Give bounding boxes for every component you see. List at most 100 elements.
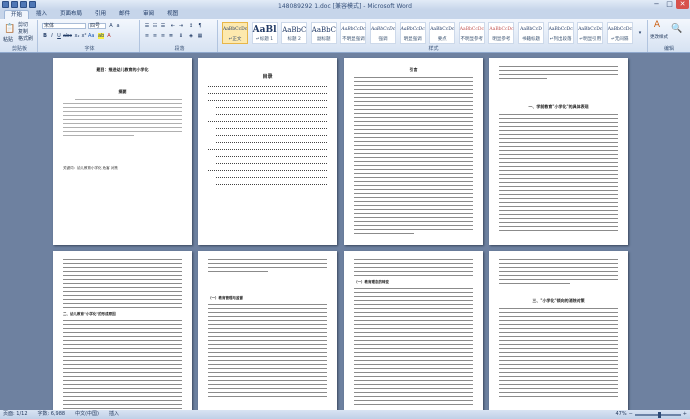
change-case-icon[interactable]: Aa	[88, 33, 94, 39]
show-marks-icon[interactable]: ¶	[197, 23, 203, 29]
ribbon-tabs: 开始 插入 页面布局 引用 邮件 审阅 视图	[0, 10, 690, 19]
change-styles-button[interactable]: 更改样式	[650, 35, 668, 41]
sort-icon[interactable]: ↕	[188, 23, 194, 29]
increase-indent-icon[interactable]: ⇥	[178, 23, 184, 29]
align-center-icon[interactable]: ≡	[152, 33, 158, 39]
section-subheading: （一）教育管理与监督	[208, 296, 243, 300]
paste-icon[interactable]: 📋	[4, 22, 16, 36]
borders-icon[interactable]: ▦	[197, 33, 203, 39]
style-name: ↵无间隔	[611, 37, 629, 42]
document-page-6[interactable]: （一）教育管理与监督	[198, 251, 337, 410]
style-item[interactable]: AaBbCcDc ↵正文	[222, 22, 248, 44]
cut-button[interactable]: 剪切	[18, 22, 28, 28]
italic-icon[interactable]: I	[49, 33, 55, 39]
style-item[interactable]: AaBl ↵标题 1	[251, 22, 278, 44]
zoom-in-icon[interactable]: +	[683, 410, 687, 419]
align-left-icon[interactable]: ≡	[144, 33, 150, 39]
numbering-icon[interactable]: ☷	[152, 23, 158, 29]
find-icon[interactable]: 🔍	[670, 25, 684, 38]
tab-3[interactable]: 引用	[89, 10, 112, 19]
zoom-level[interactable]: 47%	[615, 410, 626, 419]
zoom-slider[interactable]	[634, 411, 681, 418]
styles-more-icon[interactable]: ▾	[636, 24, 644, 42]
minimize-icon[interactable]: −	[650, 0, 663, 9]
page-count[interactable]: 页面: 1/12	[3, 410, 28, 419]
ribbon: 📋 粘贴 剪切 复制 格式刷 剪贴板 宋体 四号 A a B I U abc x…	[0, 19, 690, 53]
font-name-box[interactable]: 宋体	[42, 23, 86, 29]
format-painter-button[interactable]: 格式刷	[18, 36, 33, 42]
styles-group: AaBbCcDc ↵正文 AaBl ↵标题 1 AaBbC 标题 2 AaBbC 副标题 AaB…	[220, 20, 648, 52]
section-heading: 三、"小学化"倾向的消除对策	[532, 298, 585, 303]
style-name: 不明显参考	[460, 37, 484, 42]
style-item[interactable]: AaBbC 副标题	[310, 22, 337, 44]
change-styles-icon[interactable]: A	[651, 21, 663, 34]
style-name: ↵明显引用	[579, 37, 602, 42]
tab-2[interactable]: 页面布局	[54, 10, 88, 19]
highlight-icon[interactable]: ab	[98, 33, 104, 39]
paste-button[interactable]: 粘贴	[3, 37, 13, 43]
superscript-icon[interactable]: x²	[81, 33, 87, 39]
tab-0[interactable]: 开始	[4, 10, 30, 19]
maximize-icon[interactable]: □	[663, 0, 676, 9]
abstract-heading: 摘要	[118, 89, 127, 94]
style-item[interactable]: AaBbCcDc ↵明显引用	[577, 22, 604, 44]
style-name: 要点	[437, 37, 447, 42]
tab-4[interactable]: 邮件	[113, 10, 136, 19]
document-page-2[interactable]: 目录	[198, 58, 337, 245]
document-page-7[interactable]: （一）教育理念的转变	[344, 251, 483, 410]
subscript-icon[interactable]: x₂	[74, 33, 80, 39]
style-preview: AaBbCcDc	[341, 27, 366, 32]
shrink-font-icon[interactable]: a	[115, 23, 121, 29]
editing-group: A 更改样式 🔍 编辑	[650, 20, 688, 53]
style-name: 书籍标题	[522, 37, 540, 42]
copy-button[interactable]: 复制	[18, 29, 28, 35]
zoom-out-icon[interactable]: −	[629, 410, 633, 419]
insert-mode[interactable]: 插入	[109, 410, 119, 419]
style-item[interactable]: AaBbCcDc 要点	[429, 22, 456, 44]
styles-label: 样式	[428, 46, 439, 52]
clipboard-label: 剪贴板	[11, 46, 27, 52]
style-item[interactable]: AaBbCcD 书籍标题	[518, 22, 544, 44]
style-item[interactable]: AaBbCcDc 明显参考	[488, 22, 515, 44]
document-page-5[interactable]: 二、幼儿教育"小学化"的形成原因	[53, 251, 192, 410]
style-item[interactable]: AaBbCcDc 不明显参考	[458, 22, 485, 44]
language-indicator[interactable]: 中文(中国)	[75, 410, 99, 419]
tab-1[interactable]: 插入	[30, 10, 53, 19]
bold-icon[interactable]: B	[42, 33, 48, 39]
document-workspace[interactable]: 题目：推进幼儿教育的小学化 摘要 关键词：幼儿教育小学化 危害 对策 目录 引言…	[0, 53, 690, 410]
close-icon[interactable]: ✕	[676, 0, 689, 9]
line-spacing-icon[interactable]: ↨	[178, 33, 184, 39]
style-item[interactable]: AaBbCcDc 不明显强调	[340, 22, 367, 44]
strikethrough-icon[interactable]: abc	[63, 33, 72, 39]
document-page-3[interactable]: 引言	[344, 58, 483, 245]
justify-icon[interactable]: ≣	[168, 33, 174, 39]
style-item[interactable]: AaBbCcDc 强调	[370, 22, 396, 44]
bullets-icon[interactable]: ☰	[144, 23, 150, 29]
underline-icon[interactable]: U	[56, 33, 62, 39]
tab-5[interactable]: 审阅	[137, 10, 160, 19]
style-preview: AaBbCcDc	[430, 27, 455, 32]
style-item[interactable]: AaBbC 标题 2	[281, 22, 308, 44]
title-bar: 148089292 1.doc [兼容模式] - Microsoft Word …	[0, 0, 690, 10]
document-page-8[interactable]: 三、"小学化"倾向的消除对策	[489, 251, 628, 410]
style-item[interactable]: AaBbCcDc ↵列出段落	[547, 22, 574, 44]
style-preview: AaBl	[252, 25, 277, 35]
multilevel-list-icon[interactable]: ☰	[160, 23, 166, 29]
font-color-icon[interactable]: A	[106, 33, 112, 39]
shading-icon[interactable]: ◈	[188, 33, 194, 39]
document-page-4[interactable]: 一、学前教育"小学化"的具体表现	[489, 58, 628, 245]
zoom-knob[interactable]	[657, 411, 661, 418]
document-page-1[interactable]: 题目：推进幼儿教育的小学化 摘要 关键词：幼儿教育小学化 危害 对策	[53, 58, 192, 245]
style-preview: AaBbCcDc	[578, 27, 603, 32]
grow-font-icon[interactable]: A	[108, 23, 114, 29]
style-item[interactable]: AaBbCcDc ↵无间隔	[606, 22, 633, 44]
style-preview: AaBbCcDc	[400, 27, 425, 32]
style-item[interactable]: AaBbCcDc 明显强调	[399, 22, 426, 44]
word-count[interactable]: 字数: 6,988	[38, 410, 66, 419]
tab-6[interactable]: 视图	[161, 10, 184, 19]
keywords-line: 关键词：幼儿教育小学化 危害 对策	[63, 166, 118, 170]
font-size-box[interactable]: 四号	[88, 23, 106, 29]
align-right-icon[interactable]: ≡	[160, 33, 166, 39]
decrease-indent-icon[interactable]: ⇤	[170, 23, 176, 29]
style-name: 标题 2	[287, 37, 301, 42]
